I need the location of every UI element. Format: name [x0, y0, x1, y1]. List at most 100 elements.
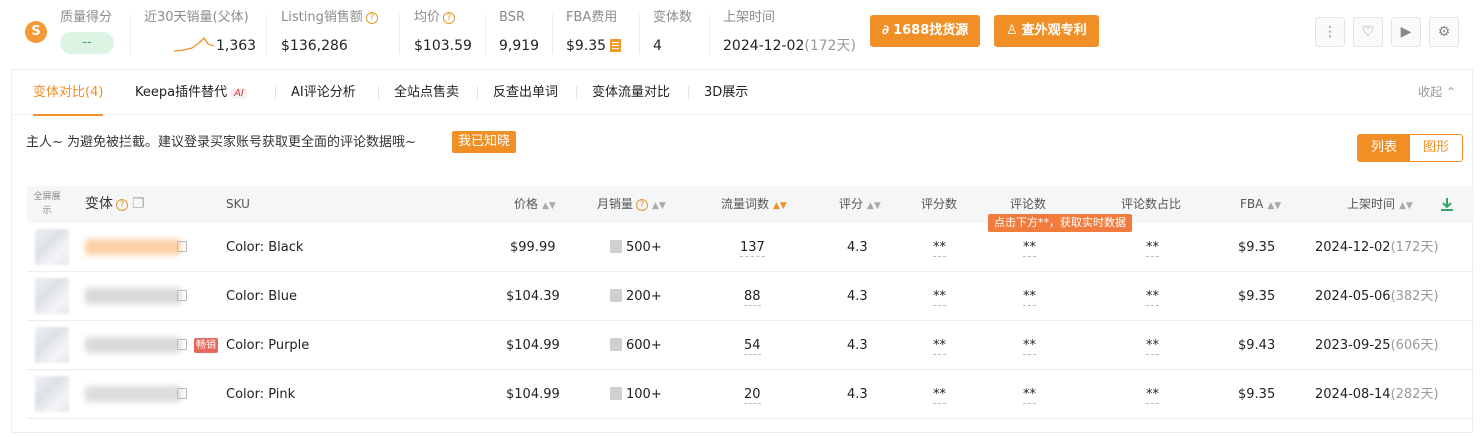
table-row[interactable]: Color: Black $99.99 500+ 137 4.3 ** ** *…: [27, 223, 1474, 272]
copy-icon[interactable]: [177, 339, 187, 350]
tab-variant-compare[interactable]: 变体对比(4): [33, 70, 104, 116]
copy-icon[interactable]: ❐: [132, 196, 145, 212]
rating-cell: 4.3: [847, 338, 868, 353]
variant-name[interactable]: [85, 337, 181, 353]
tab-bar: 变体对比(4) Keepa插件替代 AI AI评论分析 全站点售卖 反查出单词 变…: [12, 70, 1472, 116]
acknowledge-button[interactable]: 我已知晓: [452, 131, 517, 153]
tab-keepa[interactable]: Keepa插件替代 AI: [135, 70, 247, 115]
col-price[interactable]: 价格 ▲▼: [514, 186, 556, 223]
sku-cell: Color: Blue: [226, 289, 297, 304]
tab-variant-traffic[interactable]: 变体流量对比: [592, 70, 670, 115]
table-row[interactable]: 畅销 Color: Purple $104.99 600+ 54 4.3 ** …: [27, 321, 1474, 370]
variant-count: 变体数 4: [653, 8, 692, 58]
copy-icon[interactable]: [177, 290, 187, 301]
traffic-cell[interactable]: 54: [744, 321, 761, 370]
sku-cell: Color: Pink: [226, 387, 296, 402]
bsr-label: BSR: [499, 10, 525, 25]
col-listed[interactable]: 上架时间 ▲▼: [1347, 186, 1413, 223]
sales-chart-icon[interactable]: [610, 338, 622, 351]
copy-icon[interactable]: [177, 388, 187, 399]
sales-chart-icon[interactable]: [610, 387, 622, 400]
1688-icon: ∂: [882, 23, 890, 38]
review-ratio-cell[interactable]: **: [1146, 272, 1159, 321]
download-icon[interactable]: [1441, 198, 1453, 211]
sales-cell: 200+: [610, 272, 662, 321]
sort-icon: ▲▼: [1399, 201, 1413, 211]
sales-cell: 100+: [610, 370, 662, 419]
collapse-toggle[interactable]: 收起 ⌃: [1418, 70, 1456, 115]
fba-fee-value: $9.35: [566, 34, 622, 58]
table-row[interactable]: Color: Blue $104.39 200+ 88 4.3 ** ** **…: [27, 272, 1474, 321]
variant-image[interactable]: [35, 229, 69, 265]
list-view-button[interactable]: 列表: [1358, 135, 1410, 161]
variant-image[interactable]: [35, 278, 69, 314]
price-cell: $99.99: [510, 240, 556, 255]
sales-trend-sparkline-icon[interactable]: [174, 35, 214, 53]
divider: [688, 86, 689, 100]
review-ratio-cell[interactable]: **: [1146, 370, 1159, 419]
help-icon[interactable]: ?: [636, 199, 649, 211]
traffic-cell[interactable]: 20: [744, 370, 761, 419]
help-icon[interactable]: ?: [443, 12, 456, 24]
traffic-cell[interactable]: 137: [740, 223, 765, 272]
tab-all-sites[interactable]: 全站点售卖: [394, 70, 459, 115]
col-monthly-sales[interactable]: 月销量? ▲▼: [597, 186, 666, 223]
sales-cell: 500+: [610, 223, 662, 272]
variant-count-value: 4: [653, 38, 662, 54]
divider: [378, 86, 379, 100]
variant-image[interactable]: [35, 376, 69, 412]
review-count-cell[interactable]: **: [1023, 321, 1036, 370]
tab-reverse-keywords[interactable]: 反查出单词: [493, 70, 558, 115]
listed-cell: 2023-09-25(606天): [1315, 338, 1439, 353]
sales-chart-icon[interactable]: [610, 240, 622, 253]
review-count-cell[interactable]: **: [1023, 370, 1036, 419]
find-1688-source-button[interactable]: ∂ 1688找货源: [870, 15, 981, 47]
divider: [709, 14, 710, 54]
rating-cell: 4.3: [847, 387, 868, 402]
heart-icon[interactable]: ♡: [1353, 17, 1383, 47]
listing-date-label: 上架时间: [723, 10, 776, 25]
sku-cell: Color: Purple: [226, 338, 310, 353]
video-icon[interactable]: ▶: [1391, 17, 1421, 47]
traffic-cell[interactable]: 88: [744, 272, 761, 321]
rating-count-cell[interactable]: **: [933, 272, 946, 321]
chart-view-button[interactable]: 图形: [1410, 135, 1462, 161]
review-ratio-cell[interactable]: **: [1146, 223, 1159, 272]
table-row[interactable]: Color: Pink $104.99 100+ 20 4.3 ** ** **…: [27, 370, 1474, 419]
view-toggle: 列表 图形: [1357, 134, 1463, 162]
col-rating[interactable]: 评分 ▲▼: [839, 186, 881, 223]
divider: [275, 86, 276, 100]
sales-30-days-label: 近30天销量(父体): [144, 10, 249, 25]
price-cell: $104.99: [506, 338, 560, 353]
rating-count-cell[interactable]: **: [933, 321, 946, 370]
review-count-cell[interactable]: **: [1023, 272, 1036, 321]
rating-cell: 4.3: [847, 240, 868, 255]
fee-calculator-icon[interactable]: [610, 39, 622, 52]
review-ratio-cell[interactable]: **: [1146, 321, 1159, 370]
variant-name[interactable]: [85, 239, 181, 255]
help-icon[interactable]: ?: [116, 199, 128, 211]
variant-image[interactable]: [35, 327, 69, 363]
col-traffic-words[interactable]: 流量词数 ▲▼: [721, 186, 787, 223]
sort-icon: ▲▼: [867, 201, 881, 211]
copy-icon[interactable]: [177, 241, 187, 252]
sort-icon: ▲▼: [542, 201, 556, 211]
variant-name[interactable]: [85, 386, 181, 402]
login-notice: 主人~ 为避免被拦截。建议登录买家账号获取更全面的评论数据哦~: [26, 135, 416, 150]
design-patent-button[interactable]: ♙ 查外观专利: [994, 15, 1099, 47]
help-icon[interactable]: ?: [365, 12, 378, 24]
rating-count-cell[interactable]: **: [933, 223, 946, 272]
listed-cell: 2024-08-14(282天): [1315, 387, 1439, 402]
fullscreen-toggle[interactable]: 全屏展示: [33, 190, 61, 218]
variant-name[interactable]: [85, 288, 181, 304]
gear-icon[interactable]: ⚙: [1429, 17, 1459, 47]
more-icon[interactable]: ⋮: [1315, 17, 1345, 47]
table-header: 全屏展示 变体? ❐ SKU 价格 ▲▼ 月销量? ▲▼ 流量词数 ▲▼ 评分 ▲▼ 评分…: [27, 186, 1474, 223]
rating-count-cell[interactable]: **: [933, 370, 946, 419]
divider: [130, 14, 131, 54]
tab-ai-review-analysis[interactable]: AI评论分析: [291, 70, 356, 115]
tab-3d-view[interactable]: 3D展示: [704, 70, 748, 115]
divider: [266, 14, 267, 54]
col-fba[interactable]: FBA ▲▼: [1240, 186, 1281, 223]
sales-chart-icon[interactable]: [610, 289, 622, 302]
